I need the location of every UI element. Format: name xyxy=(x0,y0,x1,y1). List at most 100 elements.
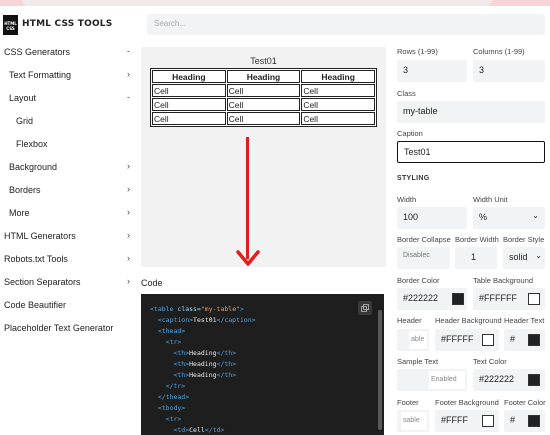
table-cell: Cell xyxy=(152,112,226,125)
header-toggle-field[interactable]: able xyxy=(397,329,429,351)
table-preview: Test01 Heading Heading Heading Cell Cell… xyxy=(141,47,386,267)
table-caption: Test01 xyxy=(250,56,277,66)
styling-heading: STYLING xyxy=(397,175,430,182)
width-unit-select[interactable]: % ⌄ xyxy=(473,207,545,229)
collapse-icon: - xyxy=(127,92,130,102)
border-style-select[interactable]: solid ⌄ xyxy=(503,247,545,269)
caption-label: Caption xyxy=(397,129,423,138)
chevron-right-icon: › xyxy=(127,69,130,79)
class-input[interactable]: my-table xyxy=(397,101,545,123)
table-row: Cell Cell Cell xyxy=(152,112,375,125)
code-scrollbar[interactable] xyxy=(378,310,382,430)
header-label: Header xyxy=(397,316,422,325)
search-input[interactable]: Search... xyxy=(147,14,545,35)
table-cell: Cell xyxy=(226,112,301,125)
sidebar-item-grid[interactable]: Grid xyxy=(0,111,138,134)
width-unit-label: Width Unit xyxy=(473,195,508,204)
code-line: <table class="my-table"> xyxy=(150,305,244,313)
code-line: <thead> xyxy=(150,327,186,335)
arrow-head-icon xyxy=(236,250,260,266)
rows-input[interactable]: 3 xyxy=(397,60,467,82)
sidebar-item-label: More xyxy=(9,208,30,218)
footer-background-swatch[interactable] xyxy=(482,415,494,427)
sidebar-item-css-generators[interactable]: CSS Generators - xyxy=(0,42,138,65)
sidebar-item-label: Grid xyxy=(16,116,34,126)
columns-input[interactable]: 3 xyxy=(473,60,545,82)
sample-text-label: Sample Text xyxy=(397,357,439,366)
code-line: <caption>Test01</caption> xyxy=(150,316,256,324)
header-toggle-select[interactable]: able xyxy=(409,331,427,349)
sidebar-item-placeholder-text-generator[interactable]: Placeholder Text Generator xyxy=(0,318,138,341)
table-background-label: Table Background xyxy=(473,276,534,285)
text-color-label: Text Color xyxy=(473,357,507,366)
sidebar-item-layout[interactable]: Layout - xyxy=(0,88,138,111)
text-color-swatch[interactable] xyxy=(528,374,540,386)
header: HTML CSS HTML CSS TOOLS Search... xyxy=(0,6,550,40)
sidebar-item-label: Text Formatting xyxy=(9,70,72,80)
header-text-swatch[interactable] xyxy=(528,334,540,346)
sidebar-item-label: Code Beautifier xyxy=(4,300,67,310)
sample-text-field[interactable]: Enabled xyxy=(397,369,467,391)
table-header-cell: Heading xyxy=(226,70,301,83)
sidebar-item-label: HTML Generators xyxy=(4,231,76,241)
chevron-down-icon: ⌄ xyxy=(535,251,542,260)
table-cell: Cell xyxy=(226,84,301,97)
sidebar-item-label: Background xyxy=(9,162,58,172)
table-cell: Cell xyxy=(301,84,375,97)
sidebar-item-text-formatting[interactable]: Text Formatting › xyxy=(0,65,138,88)
chevron-right-icon: › xyxy=(127,184,130,194)
copy-icon[interactable] xyxy=(358,301,372,315)
sidebar-item-borders[interactable]: Borders › xyxy=(0,180,138,203)
brand-name[interactable]: HTML CSS TOOLS xyxy=(22,19,112,29)
columns-label: Columns (1-99) xyxy=(473,47,525,56)
sidebar-item-section-separators[interactable]: Section Separators › xyxy=(0,272,138,295)
header-text-label: Header Text xyxy=(504,316,545,325)
chevron-right-icon: › xyxy=(127,230,130,240)
footer-color-swatch[interactable] xyxy=(528,415,540,427)
collapse-icon: - xyxy=(127,46,130,56)
sidebar-item-label: CSS Generators xyxy=(4,47,71,57)
sidebar-item-more[interactable]: More › xyxy=(0,203,138,226)
sidebar-item-label: Placeholder Text Generator xyxy=(4,323,114,333)
border-width-input[interactable]: 1 xyxy=(455,247,497,269)
down-arrow-icon xyxy=(246,137,249,259)
code-line: <tr> xyxy=(150,415,182,423)
footer-toggle-field[interactable]: sable xyxy=(397,410,429,432)
code-line: <td>Cell</td> xyxy=(150,426,225,434)
border-width-label: Border Width xyxy=(455,235,499,244)
table-cell: Cell xyxy=(226,98,301,111)
sidebar-item-label: Flexbox xyxy=(16,139,48,149)
sample-text-select[interactable]: Enabled xyxy=(429,371,465,389)
table-row: Cell Cell Cell xyxy=(152,84,375,97)
sidebar-item-robots-txt-tools[interactable]: Robots.txt Tools › xyxy=(0,249,138,272)
class-label: Class xyxy=(397,89,416,98)
footer-toggle-select[interactable]: sable xyxy=(401,412,427,430)
sidebar-item-label: Robots.txt Tools xyxy=(4,254,68,264)
code-line: <th>Heading</th> xyxy=(150,349,237,357)
table-header-cell: Heading xyxy=(152,70,226,83)
width-label: Width xyxy=(397,195,417,204)
footer-color-label: Footer Color xyxy=(504,398,546,407)
sidebar-item-code-beautifier[interactable]: Code Beautifier xyxy=(0,295,138,318)
sidebar-item-html-generators[interactable]: HTML Generators › xyxy=(0,226,138,249)
caption-input[interactable]: Test01 xyxy=(397,141,545,163)
table-background-swatch[interactable] xyxy=(528,293,540,305)
header-background-swatch[interactable] xyxy=(482,334,494,346)
code-line: <tr> xyxy=(150,338,182,346)
preview-table: Heading Heading Heading Cell Cell Cell C… xyxy=(150,68,377,127)
table-row: Cell Cell Cell xyxy=(152,98,375,111)
code-section-title: Code xyxy=(141,278,163,288)
site-logo[interactable]: HTML CSS xyxy=(3,15,18,35)
sidebar-item-flexbox[interactable]: Flexbox xyxy=(0,134,138,157)
chevron-right-icon: › xyxy=(127,207,130,217)
sidebar-item-background[interactable]: Background › xyxy=(0,157,138,180)
border-collapse-select[interactable]: Disablec xyxy=(397,247,450,269)
border-color-swatch[interactable] xyxy=(452,293,464,305)
table-cell: Cell xyxy=(152,84,226,97)
width-input[interactable]: 100 xyxy=(397,207,467,229)
code-line: <th>Heading</th> xyxy=(150,371,237,379)
chevron-right-icon: › xyxy=(127,276,130,286)
code-line: </thead> xyxy=(150,393,190,401)
code-block[interactable]: <table class="my-table"> <caption>Test01… xyxy=(141,294,384,435)
rows-label: Rows (1-99) xyxy=(397,47,438,56)
